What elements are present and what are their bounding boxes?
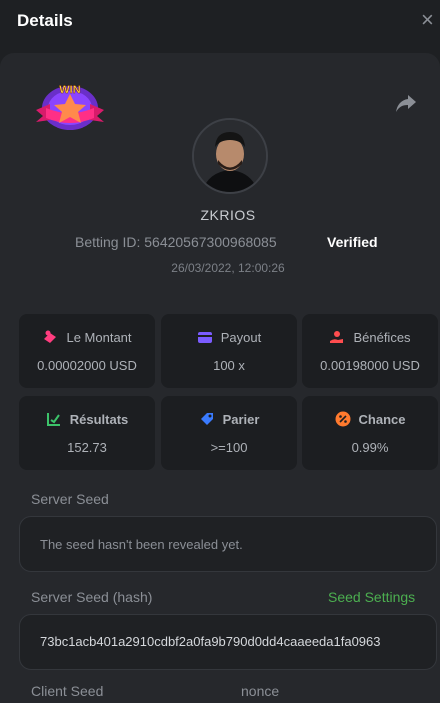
stat-value: 0.00002000 USD xyxy=(37,358,137,373)
stat-value: 0.99% xyxy=(351,440,389,455)
betting-id: Betting ID: 56420567300968085 xyxy=(75,234,277,250)
stat-card-amount: Le Montant 0.00002000 USD xyxy=(19,314,155,388)
nonce-label: nonce xyxy=(241,683,280,699)
server-seed-field[interactable]: The seed hasn't been revealed yet. xyxy=(19,516,437,572)
server-seed-hash-label: Server Seed (hash) xyxy=(31,589,153,605)
close-icon[interactable]: × xyxy=(421,9,440,31)
stat-label: Payout xyxy=(220,329,262,345)
coins-icon xyxy=(44,330,57,343)
username: ZKRIOS xyxy=(200,207,256,223)
stat-card-payout: Payout 100 x xyxy=(161,314,297,388)
server-seed-hash-value: 73bc1acb401a2910cdbf2a0fa9b790d0dd4caaee… xyxy=(40,634,381,649)
tag-icon xyxy=(200,413,213,425)
stat-card-profit: Bénéfices 0.00198000 USD xyxy=(302,314,438,388)
stat-value: >=100 xyxy=(210,440,248,455)
page-title: Details xyxy=(17,11,73,30)
bet-timestamp: 26/03/2022, 12:00:26 xyxy=(171,261,285,275)
client-seed-label: Client Seed xyxy=(31,683,104,699)
share-icon[interactable] xyxy=(395,93,417,113)
verified-label: Verified xyxy=(327,234,378,250)
wallet-icon xyxy=(197,332,212,343)
stat-label: Le Montant xyxy=(66,329,132,345)
stat-card-chance: Chance 0.99% xyxy=(302,396,438,470)
percent-icon xyxy=(335,411,351,427)
avatar xyxy=(192,118,268,194)
seed-settings-link[interactable]: Seed Settings xyxy=(328,589,415,605)
profit-hand-icon xyxy=(330,331,344,343)
stat-card-result: Résultats 152.73 xyxy=(19,396,155,470)
stat-label: Chance xyxy=(358,411,406,427)
badge-text: WIN xyxy=(59,84,80,96)
stat-value: 0.00198000 USD xyxy=(320,358,420,373)
server-seed-label: Server Seed xyxy=(31,491,109,507)
stat-label: Bénéfices xyxy=(353,329,411,345)
chart-check-icon xyxy=(46,413,60,426)
win-badge-icon: WIN xyxy=(36,84,104,130)
server-seed-hash-field[interactable]: 73bc1acb401a2910cdbf2a0fa9b790d0dd4caaee… xyxy=(19,614,437,670)
stat-card-bet: Parier >=100 xyxy=(161,396,297,470)
server-seed-value: The seed hasn't been revealed yet. xyxy=(40,537,243,552)
avatar-image xyxy=(194,120,266,192)
stat-value: 152.73 xyxy=(67,440,107,455)
stat-value: 100 x xyxy=(213,358,245,373)
stat-label: Parier xyxy=(222,411,260,427)
stat-label: Résultats xyxy=(69,411,129,427)
details-header: Details × xyxy=(0,0,440,46)
